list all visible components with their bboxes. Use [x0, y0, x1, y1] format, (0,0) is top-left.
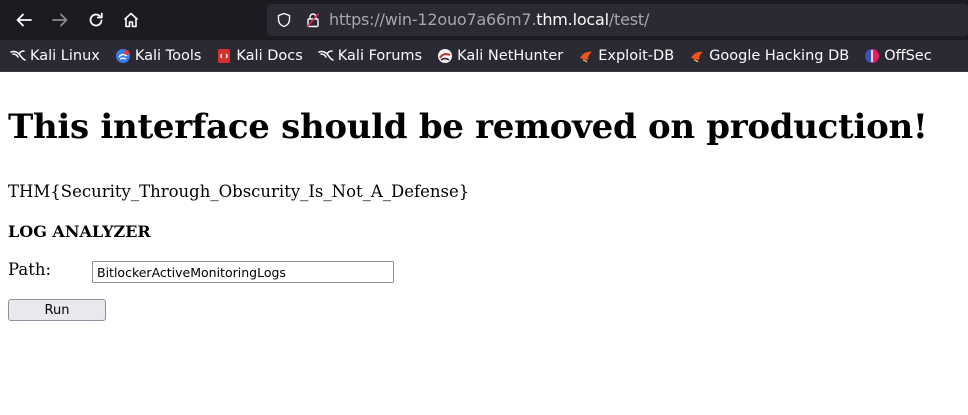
url-prefix: https://win-12ouo7a66m7.: [329, 10, 537, 29]
bookmark-label: Kali Docs: [236, 47, 303, 64]
kali-dragon-icon: [318, 48, 334, 64]
address-bar[interactable]: https://win-12ouo7a66m7.thm.local/test/: [267, 4, 968, 36]
bookmark-kali-docs[interactable]: Kali Docs: [206, 40, 307, 71]
exploit-db-icon: [689, 48, 705, 64]
url-text[interactable]: https://win-12ouo7a66m7.thm.local/test/: [329, 10, 649, 29]
home-icon: [123, 12, 139, 28]
page-title: This interface should be removed on prod…: [8, 107, 928, 147]
bookmark-label: Kali NetHunter: [457, 47, 564, 64]
back-button[interactable]: [12, 8, 36, 32]
page-content: This interface should be removed on prod…: [0, 72, 968, 415]
path-input[interactable]: [92, 261, 394, 283]
bookmark-exploit-db[interactable]: Exploit-DB: [568, 40, 679, 71]
bookmark-offsec[interactable]: OffSec: [854, 40, 937, 71]
kali-docs-icon: [216, 48, 232, 64]
lock-warning-icon[interactable]: [305, 12, 321, 32]
bookmark-label: Kali Linux: [30, 47, 100, 64]
arrow-left-icon: [16, 13, 32, 27]
offsec-icon: [864, 48, 880, 64]
exploit-db-icon: [578, 48, 594, 64]
url-domain: thm.local: [536, 10, 609, 29]
kali-tools-icon: [115, 48, 131, 64]
bookmark-label: OffSec: [884, 47, 932, 64]
bookmark-kali-tools[interactable]: Kali Tools: [105, 40, 207, 71]
bookmark-label: Kali Tools: [134, 47, 202, 64]
bookmarks-toolbar: Kali Linux Kali Tools Kali Docs Kali For…: [0, 40, 968, 72]
nethunter-icon: [437, 48, 453, 64]
home-button[interactable]: [119, 8, 143, 32]
path-label: Path:: [8, 260, 52, 279]
bookmark-label: Exploit-DB: [598, 47, 675, 64]
bookmark-kali-linux[interactable]: Kali Linux: [0, 40, 105, 71]
forward-button[interactable]: [48, 8, 72, 32]
bookmark-kali-forums[interactable]: Kali Forums: [308, 40, 427, 71]
kali-dragon-icon: [10, 48, 26, 64]
bookmark-kali-nethunter[interactable]: Kali NetHunter: [427, 40, 568, 71]
bookmark-label: Kali Forums: [337, 47, 423, 64]
reload-icon: [89, 12, 103, 27]
flag-text: THM{Security_Through_Obscurity_Is_Not_A_…: [8, 182, 470, 201]
arrow-right-icon: [52, 13, 68, 27]
section-title: LOG ANALYZER: [8, 222, 151, 241]
browser-toolbar: https://win-12ouo7a66m7.thm.local/test/: [0, 0, 968, 40]
bookmark-google-hacking-db[interactable]: Google Hacking DB: [679, 40, 854, 71]
shield-icon[interactable]: [276, 12, 292, 32]
reload-button[interactable]: [84, 8, 108, 32]
url-path: /test/: [608, 10, 650, 29]
run-button[interactable]: Run: [8, 299, 106, 321]
bookmark-label: Google Hacking DB: [709, 47, 850, 64]
